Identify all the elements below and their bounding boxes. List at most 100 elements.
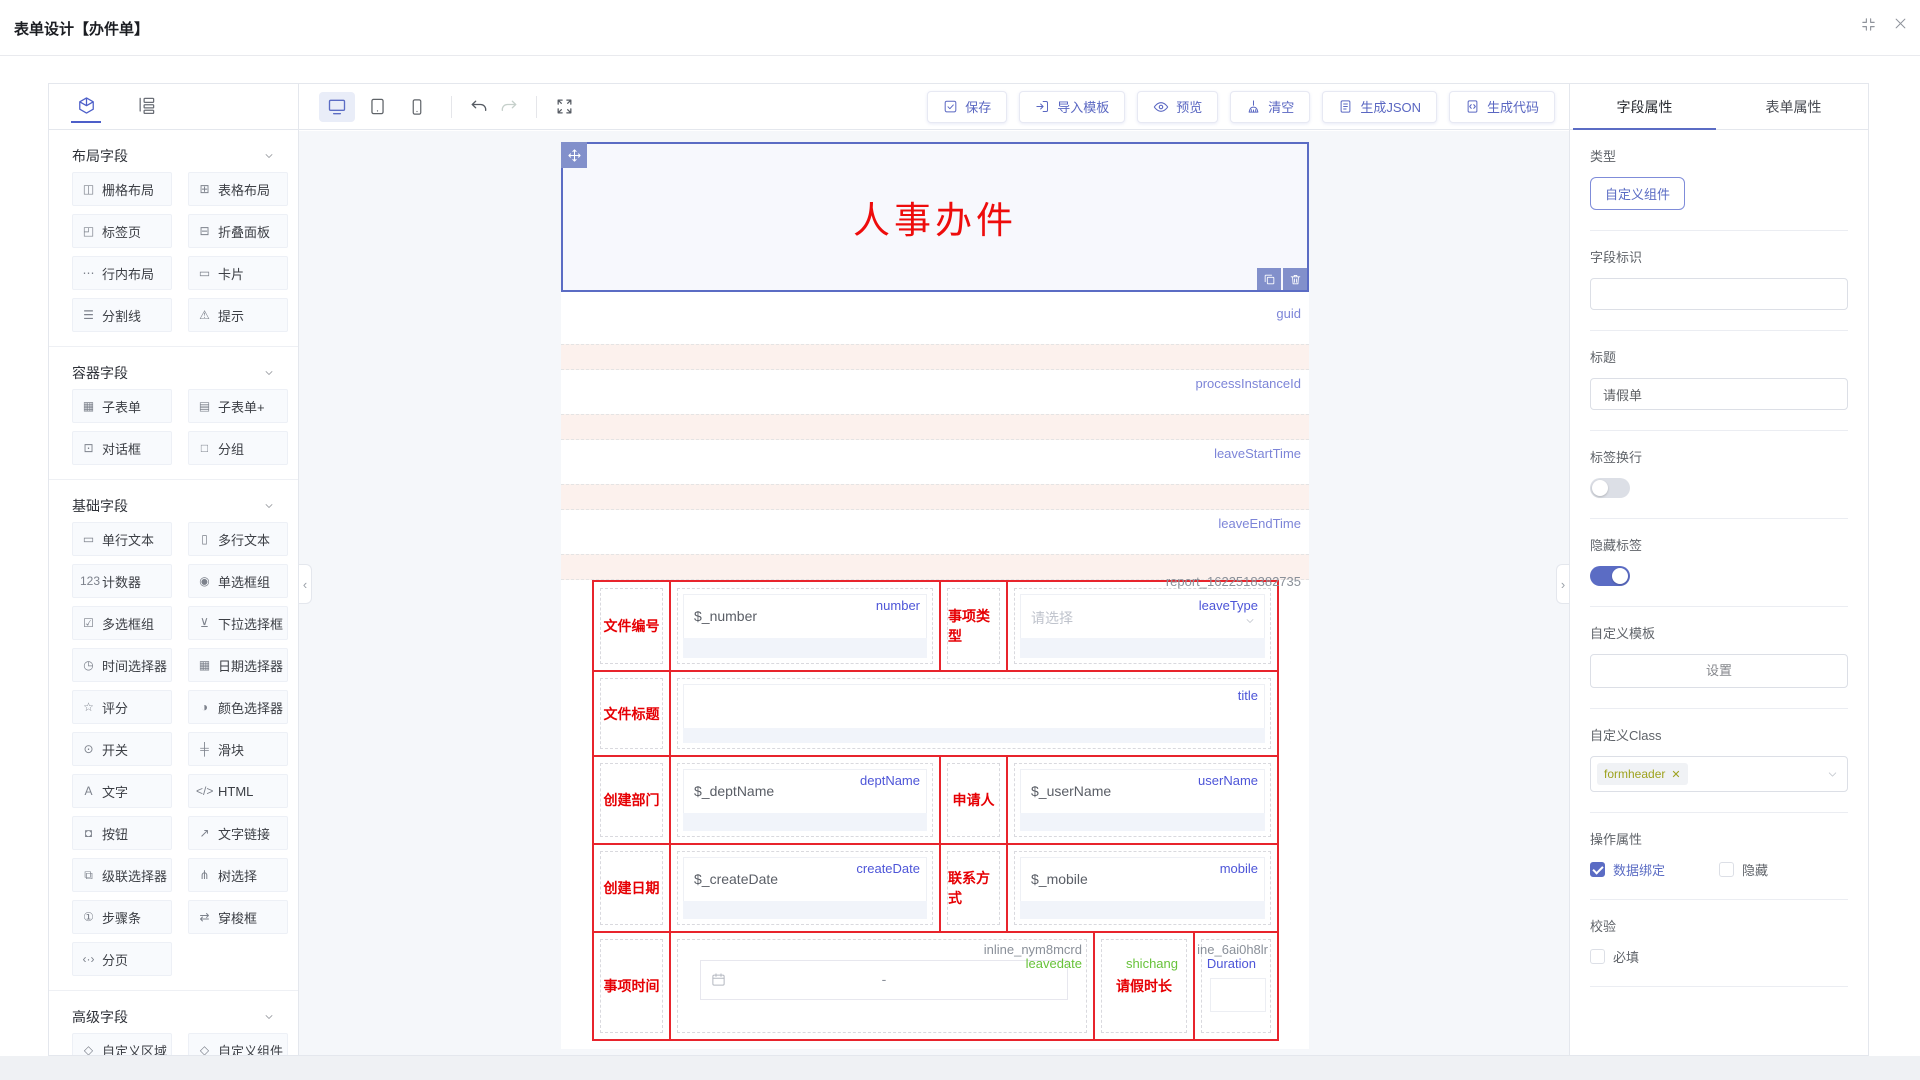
- create-date-input[interactable]: $_createDate createDate: [683, 857, 927, 901]
- data-binding-checkbox[interactable]: 数据绑定: [1590, 860, 1665, 879]
- table-value-cell[interactable]: $_createDate createDate: [669, 845, 939, 931]
- palette-item[interactable]: ⊞ 表格布局: [188, 172, 288, 206]
- table-value-cell[interactable]: $_mobile mobile: [1006, 845, 1277, 931]
- date-range-picker[interactable]: -: [700, 960, 1068, 1000]
- table-value-cell[interactable]: inline_nym8mcrd leavedate -: [669, 933, 1093, 1039]
- table-label-cell[interactable]: 文件标题: [594, 672, 669, 755]
- palette-item[interactable]: ◫ 栅格布局: [72, 172, 172, 206]
- palette-item[interactable]: ⋔ 树选择: [188, 858, 288, 892]
- palette-item[interactable]: ▦ 子表单: [72, 389, 172, 423]
- label-wrap-toggle[interactable]: [1590, 478, 1630, 498]
- redo-icon[interactable]: [494, 92, 524, 122]
- compress-icon[interactable]: [1860, 16, 1877, 33]
- palette-item[interactable]: </> HTML: [188, 774, 288, 808]
- palette-item[interactable]: A 文字: [72, 774, 172, 808]
- generate-code-button[interactable]: 生成代码: [1449, 91, 1555, 123]
- palette-item[interactable]: ▭ 卡片: [188, 256, 288, 290]
- move-icon[interactable]: [561, 142, 587, 168]
- delete-icon[interactable]: [1283, 268, 1307, 290]
- remove-tag-icon[interactable]: ✕: [1671, 768, 1680, 781]
- palette-item[interactable]: ◷ 时间选择器: [72, 648, 172, 682]
- palette-section-header[interactable]: 高级字段: [49, 1003, 298, 1031]
- hidden-field-row[interactable]: leaveEndTime: [561, 510, 1309, 554]
- palette-item[interactable]: ① 步骤条: [72, 900, 172, 934]
- settings-button[interactable]: 设置: [1590, 654, 1848, 688]
- palette-item[interactable]: ⊙ 开关: [72, 732, 172, 766]
- table-label-cell[interactable]: shichang 请假时长: [1093, 933, 1193, 1039]
- palette-item[interactable]: ☆ 评分: [72, 690, 172, 724]
- table-label-cell[interactable]: 创建日期: [594, 845, 669, 931]
- mobile-input[interactable]: $_mobile mobile: [1020, 857, 1265, 901]
- components-cube-icon[interactable]: [71, 96, 101, 123]
- palette-item[interactable]: ⚠ 提示: [188, 298, 288, 332]
- desktop-icon[interactable]: [319, 92, 355, 122]
- table-label-cell[interactable]: 事项时间: [594, 933, 669, 1039]
- palette-item[interactable]: ☑ 多选框组: [72, 606, 172, 640]
- preview-button[interactable]: 预览: [1137, 91, 1218, 123]
- palette-item[interactable]: ◇ 自定义区域: [72, 1033, 172, 1056]
- palette-item[interactable]: ☰ 分割线: [72, 298, 172, 332]
- palette-item[interactable]: ‹·› 分页: [72, 942, 172, 976]
- table-label-cell[interactable]: 文件编号: [594, 582, 669, 670]
- table-label-cell[interactable]: 创建部门: [594, 757, 669, 843]
- close-icon[interactable]: [1893, 16, 1908, 33]
- undo-icon[interactable]: [464, 92, 494, 122]
- palette-item[interactable]: ⊡ 对话框: [72, 431, 172, 465]
- palette-item[interactable]: ◇ 自定义组件: [188, 1033, 288, 1056]
- palette-item[interactable]: ◰ 标签页: [72, 214, 172, 248]
- copy-icon[interactable]: [1257, 268, 1281, 290]
- hidden-field-row[interactable]: processInstanceId: [561, 370, 1309, 414]
- required-checkbox[interactable]: 必填: [1590, 947, 1848, 966]
- hidden-field-strip[interactable]: [561, 414, 1309, 440]
- palette-item[interactable]: ▯ 多行文本: [188, 522, 288, 556]
- hidden-checkbox[interactable]: 隐藏: [1719, 860, 1768, 879]
- hidden-field-strip[interactable]: [561, 344, 1309, 370]
- type-tag[interactable]: 自定义组件: [1590, 177, 1685, 210]
- number-input[interactable]: $_number number: [683, 594, 927, 638]
- table-value-cell[interactable]: $_number number: [669, 582, 939, 670]
- palette-item[interactable]: ▤ 子表单+: [188, 389, 288, 423]
- palette-item[interactable]: ◘ 按钮: [72, 816, 172, 850]
- table-value-cell[interactable]: title: [669, 672, 1277, 755]
- save-button[interactable]: 保存: [927, 91, 1007, 123]
- palette-item[interactable]: ◑ 颜色选择器: [188, 690, 288, 724]
- palette-item[interactable]: ⇄ 穿梭框: [188, 900, 288, 934]
- hidden-field-strip[interactable]: [561, 484, 1309, 510]
- table-value-cell[interactable]: $_userName userName: [1006, 757, 1277, 843]
- tablet-icon[interactable]: [359, 92, 395, 122]
- fullscreen-icon[interactable]: [549, 92, 579, 122]
- palette-item[interactable]: ⧉ 级联选择器: [72, 858, 172, 892]
- table-label-cell[interactable]: 事项类型: [939, 582, 1006, 670]
- outline-tree-icon[interactable]: [131, 96, 161, 123]
- palette-section-header[interactable]: 基础字段: [49, 492, 298, 520]
- table-label-cell[interactable]: 联系方式: [939, 845, 1006, 931]
- palette-item[interactable]: ⋯ 行内布局: [72, 256, 172, 290]
- palette-item[interactable]: 123 计数器: [72, 564, 172, 598]
- hidden-field-row[interactable]: guid: [561, 300, 1309, 344]
- dept-name-input[interactable]: $_deptName deptName: [683, 769, 927, 813]
- title-input[interactable]: title: [683, 684, 1265, 728]
- generate-json-button[interactable]: 生成JSON: [1322, 91, 1437, 123]
- table-value-cell[interactable]: ine_6ai0h8lr Duration: [1193, 933, 1277, 1039]
- hidden-field-row[interactable]: leaveStartTime: [561, 440, 1309, 484]
- leave-type-select[interactable]: 请选择 leaveType: [1020, 594, 1265, 638]
- table-value-cell[interactable]: $_deptName deptName: [669, 757, 939, 843]
- collapse-right-panel-handle[interactable]: ›: [1556, 564, 1569, 604]
- palette-item[interactable]: □ 分组: [188, 431, 288, 465]
- palette-item[interactable]: ◉ 单选框组: [188, 564, 288, 598]
- phone-icon[interactable]: [399, 92, 435, 122]
- custom-class-select[interactable]: formheader ✕: [1590, 756, 1848, 792]
- clear-button[interactable]: 清空: [1230, 91, 1310, 123]
- form-header-component[interactable]: 人事办件: [561, 142, 1309, 292]
- collapse-left-panel-handle[interactable]: ‹: [299, 564, 312, 604]
- import-template-button[interactable]: 导入模板: [1019, 91, 1125, 123]
- palette-item[interactable]: ⊻ 下拉选择框: [188, 606, 288, 640]
- palette-item[interactable]: ▭ 单行文本: [72, 522, 172, 556]
- field-key-input[interactable]: [1590, 278, 1848, 310]
- tab-field-properties[interactable]: 字段属性: [1570, 84, 1719, 129]
- palette-item[interactable]: ⊟ 折叠面板: [188, 214, 288, 248]
- palette-section-header[interactable]: 容器字段: [49, 359, 298, 387]
- palette-item[interactable]: ↗ 文字链接: [188, 816, 288, 850]
- palette-section-header[interactable]: 布局字段: [49, 142, 298, 170]
- palette-item[interactable]: ╪ 滑块: [188, 732, 288, 766]
